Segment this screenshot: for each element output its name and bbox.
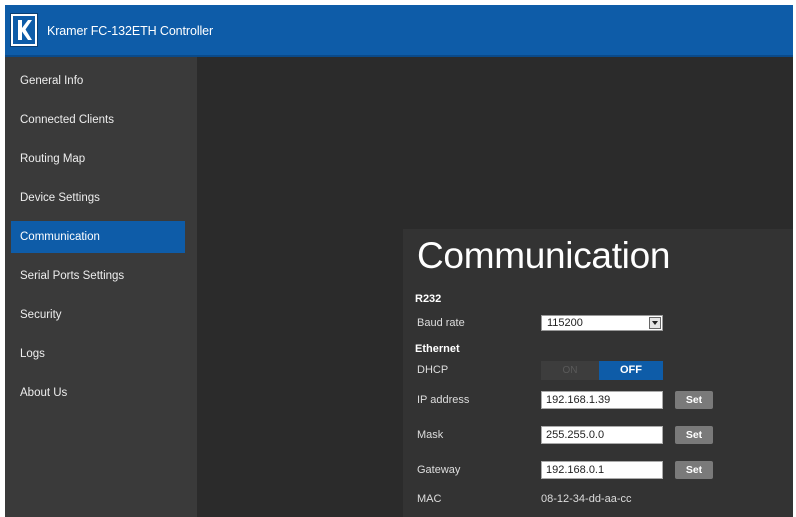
sidebar-item-about-us[interactable]: About Us	[11, 377, 185, 409]
chevron-down-icon[interactable]	[649, 317, 661, 329]
gateway-set-button[interactable]: Set	[675, 461, 713, 479]
mask-set-button[interactable]: Set	[675, 426, 713, 444]
app-title: Kramer FC-132ETH Controller	[47, 24, 214, 38]
mask-input[interactable]: 255.255.0.0	[541, 426, 663, 444]
baud-rate-value: 115200	[547, 317, 583, 329]
page-title: Communication	[417, 235, 671, 276]
gateway-input[interactable]: 192.168.0.1	[541, 461, 663, 479]
sidebar-item-serial-ports-settings[interactable]: Serial Ports Settings	[11, 260, 185, 292]
sidebar-item-logs[interactable]: Logs	[11, 338, 185, 370]
sidebar-item-connected-clients[interactable]: Connected Clients	[11, 104, 185, 136]
sidebar-item-device-settings[interactable]: Device Settings	[11, 182, 185, 214]
kramer-logo-icon	[10, 13, 38, 47]
dhcp-toggle[interactable]: ON OFF	[541, 361, 663, 380]
section-title-r232: R232	[415, 293, 442, 305]
mask-label: Mask	[417, 429, 444, 441]
app-header: Kramer FC-132ETH Controller	[5, 5, 793, 57]
ip-address-input[interactable]: 192.168.1.39	[541, 391, 663, 409]
dhcp-on-option[interactable]: ON	[541, 361, 599, 380]
ip-address-set-button[interactable]: Set	[675, 391, 713, 409]
baud-rate-select[interactable]: 115200	[541, 315, 663, 331]
section-title-ethernet: Ethernet	[415, 343, 460, 355]
sidebar-item-routing-map[interactable]: Routing Map	[11, 143, 185, 175]
communication-panel: Communication R232 Baud rate 115200 Ethe…	[403, 229, 793, 517]
mac-label: MAC	[417, 493, 442, 505]
sidebar-item-general-info[interactable]: General Info	[11, 65, 185, 97]
baud-rate-label: Baud rate	[417, 317, 465, 329]
sidebar-item-communication[interactable]: Communication	[11, 221, 185, 253]
app-window: Kramer FC-132ETH Controller General Info…	[5, 5, 793, 517]
mac-value: 08-12-34-dd-aa-cc	[541, 493, 632, 505]
dhcp-label: DHCP	[417, 364, 449, 376]
dhcp-off-option[interactable]: OFF	[599, 361, 663, 380]
sidebar-nav: General Info Connected Clients Routing M…	[5, 57, 197, 517]
gateway-label: Gateway	[417, 464, 461, 476]
ip-address-label: IP address	[417, 394, 470, 406]
sidebar-item-security[interactable]: Security	[11, 299, 185, 331]
